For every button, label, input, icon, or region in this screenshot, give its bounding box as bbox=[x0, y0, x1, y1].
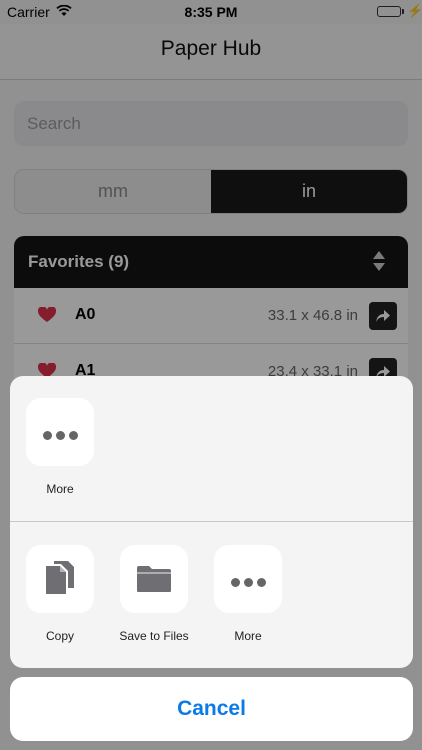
cancel-label: Cancel bbox=[177, 697, 246, 720]
save-to-files-button[interactable] bbox=[120, 545, 188, 613]
share-sheet: More Copy Save to Files More bbox=[10, 376, 413, 668]
share-more-top-label: More bbox=[46, 482, 74, 496]
copy-button[interactable] bbox=[26, 545, 94, 613]
more-dots-icon bbox=[214, 574, 282, 592]
share-more-bottom-label: More bbox=[234, 629, 262, 643]
sheet-divider bbox=[10, 521, 413, 522]
share-more-top-button[interactable] bbox=[26, 398, 94, 466]
copy-icon bbox=[44, 560, 76, 603]
share-more-bottom-button[interactable] bbox=[214, 545, 282, 613]
folder-icon bbox=[136, 565, 172, 598]
more-dots-icon bbox=[26, 427, 94, 445]
cancel-button[interactable]: Cancel bbox=[10, 677, 413, 741]
save-to-files-label: Save to Files bbox=[119, 629, 189, 643]
copy-label: Copy bbox=[45, 629, 74, 643]
